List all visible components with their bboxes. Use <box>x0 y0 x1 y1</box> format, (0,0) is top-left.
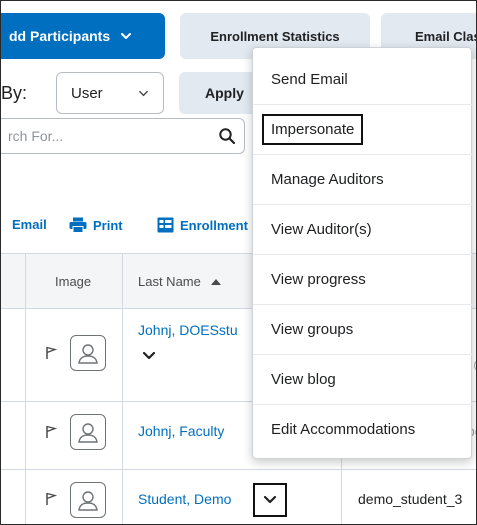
screenshot-frame: dd Participants Enrollment Statistics Em… <box>0 0 477 525</box>
menu-item-label: View blog <box>271 370 336 388</box>
apply-label: Apply <box>205 85 244 101</box>
row-context-menu-button[interactable] <box>253 483 287 517</box>
chevron-down-icon <box>121 33 132 39</box>
menu-item-label: Edit Accommodations <box>271 420 416 438</box>
chevron-down-icon <box>263 495 277 504</box>
flag-icon[interactable] <box>45 425 57 439</box>
menu-item-view-auditors[interactable]: View Auditor(s) <box>253 204 473 254</box>
print-action-label: Print <box>93 217 123 233</box>
user-avatar-icon <box>70 414 106 450</box>
column-header-image: Image <box>55 274 92 289</box>
chevron-down-icon <box>139 90 148 97</box>
participant-name-link[interactable]: Student, Demo <box>138 491 231 507</box>
menu-item-view-groups[interactable]: View groups <box>253 304 473 354</box>
row-divider <box>1 469 476 470</box>
printer-icon <box>69 217 87 233</box>
view-by-select[interactable]: User <box>56 72 164 114</box>
search-placeholder: rch For... <box>8 128 64 144</box>
email-action-link[interactable]: Email <box>12 217 47 232</box>
enrollment-action-link[interactable]: Enrollment <box>157 217 248 233</box>
search-input[interactable]: rch For... <box>1 118 245 154</box>
flag-icon[interactable] <box>45 346 57 360</box>
menu-item-label: Manage Auditors <box>271 170 384 188</box>
participant-name-link[interactable]: Johnj, DOESstu <box>138 322 238 338</box>
column-divider <box>122 253 123 524</box>
user-avatar-icon <box>70 482 106 518</box>
view-by-value: User <box>71 84 103 102</box>
enrollment-statistics-label: Enrollment Statistics <box>210 28 340 44</box>
sort-ascending-icon <box>210 278 221 285</box>
column-header-last-name-label: Last Name <box>138 274 201 289</box>
view-by-label: By: <box>1 83 28 103</box>
column-header-last-name[interactable]: Last Name <box>138 274 221 289</box>
search-icon[interactable] <box>218 127 236 145</box>
chevron-down-icon[interactable] <box>142 351 156 361</box>
email-classlist-label: Email Clas <box>415 28 477 44</box>
menu-item-impersonate[interactable]: Impersonate <box>253 104 473 154</box>
username-cell: demo_student_3 <box>358 491 463 507</box>
add-participants-button[interactable]: dd Participants <box>1 13 165 59</box>
participant-name-link[interactable]: Johnj, Faculty <box>138 423 224 439</box>
menu-item-manage-auditors[interactable]: Manage Auditors <box>253 154 473 204</box>
menu-item-view-blog[interactable]: View blog <box>253 354 473 404</box>
menu-item-edit-accommodations[interactable]: Edit Accommodations <box>253 404 473 454</box>
email-action-label: Email <box>12 217 47 232</box>
menu-item-label: Impersonate <box>262 113 364 145</box>
menu-item-send-email[interactable]: Send Email <box>253 54 473 104</box>
add-participants-label: dd Participants <box>9 28 111 44</box>
menu-item-label: View groups <box>271 320 354 338</box>
flag-icon[interactable] <box>45 492 57 506</box>
menu-item-label: View progress <box>271 270 366 288</box>
menu-item-label: View Auditor(s) <box>271 220 372 238</box>
user-avatar-icon <box>70 335 106 371</box>
enrollment-table-icon <box>157 217 174 233</box>
row-email-peek: @ <box>473 356 476 372</box>
menu-item-label: Send Email <box>271 70 348 88</box>
print-action-link[interactable]: Print <box>69 217 123 233</box>
enrollment-action-label: Enrollment <box>180 217 248 233</box>
column-divider <box>25 253 26 524</box>
menu-item-view-progress[interactable]: View progress <box>253 254 473 304</box>
row-context-menu: Send Email Impersonate Manage Auditors V… <box>252 47 473 459</box>
